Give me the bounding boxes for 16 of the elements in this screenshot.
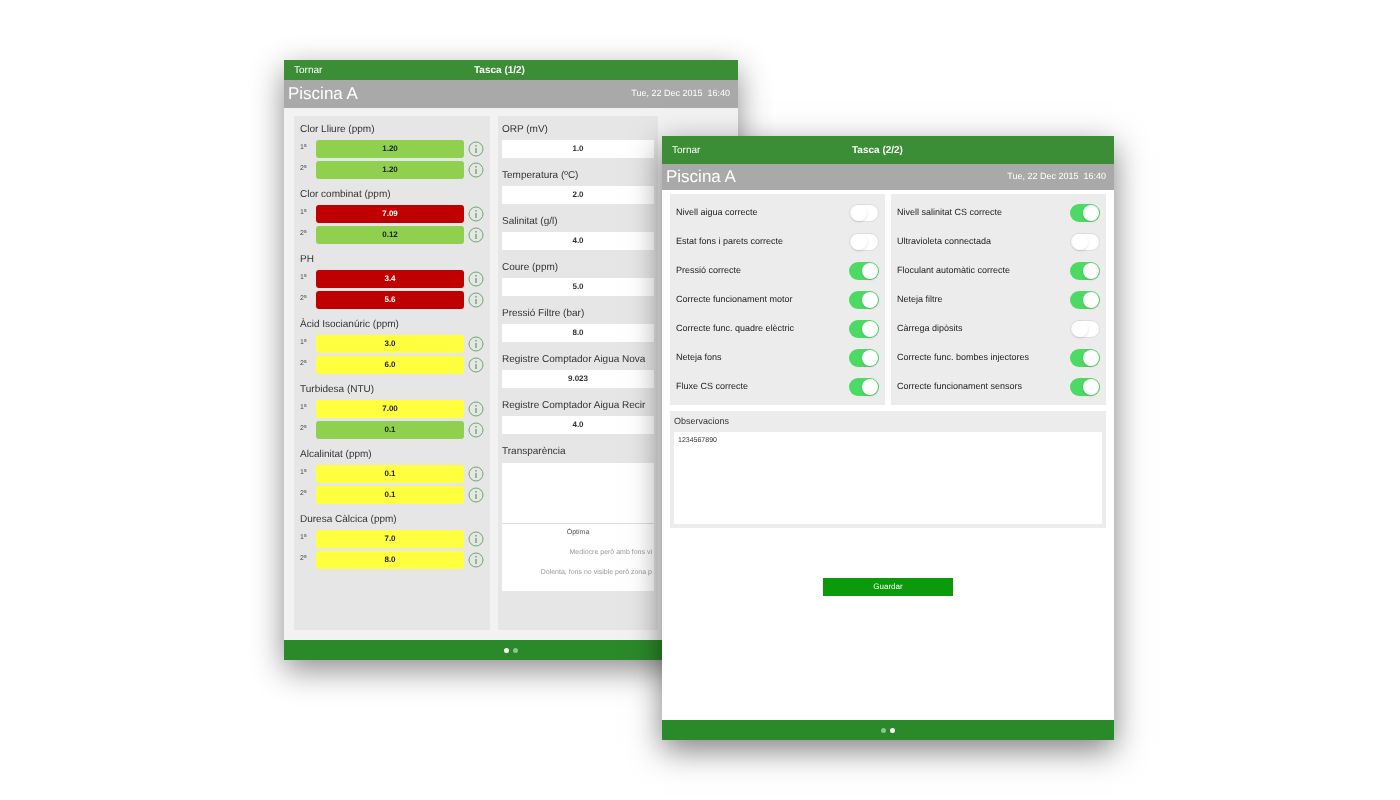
toggle-switch[interactable]	[849, 232, 879, 251]
toggle-switch[interactable]	[849, 348, 879, 367]
toggle-switch[interactable]	[1070, 203, 1100, 222]
toggle-switch[interactable]	[1070, 232, 1100, 251]
pool-name: Piscina A	[666, 165, 736, 190]
toggle-switch[interactable]	[1070, 290, 1100, 309]
toggle-switch[interactable]	[849, 203, 879, 222]
toggle-switch[interactable]	[849, 261, 879, 280]
toggle-switch[interactable]	[849, 290, 879, 309]
toggle-switch[interactable]	[1070, 319, 1100, 338]
toggle-switch[interactable]	[1070, 348, 1100, 367]
toggle-switch[interactable]	[1070, 377, 1100, 396]
toggle-switch[interactable]	[849, 377, 879, 396]
toggle-switch[interactable]	[1070, 261, 1100, 280]
pool-name: Piscina A	[288, 82, 358, 107]
toggle-switch[interactable]	[849, 319, 879, 338]
